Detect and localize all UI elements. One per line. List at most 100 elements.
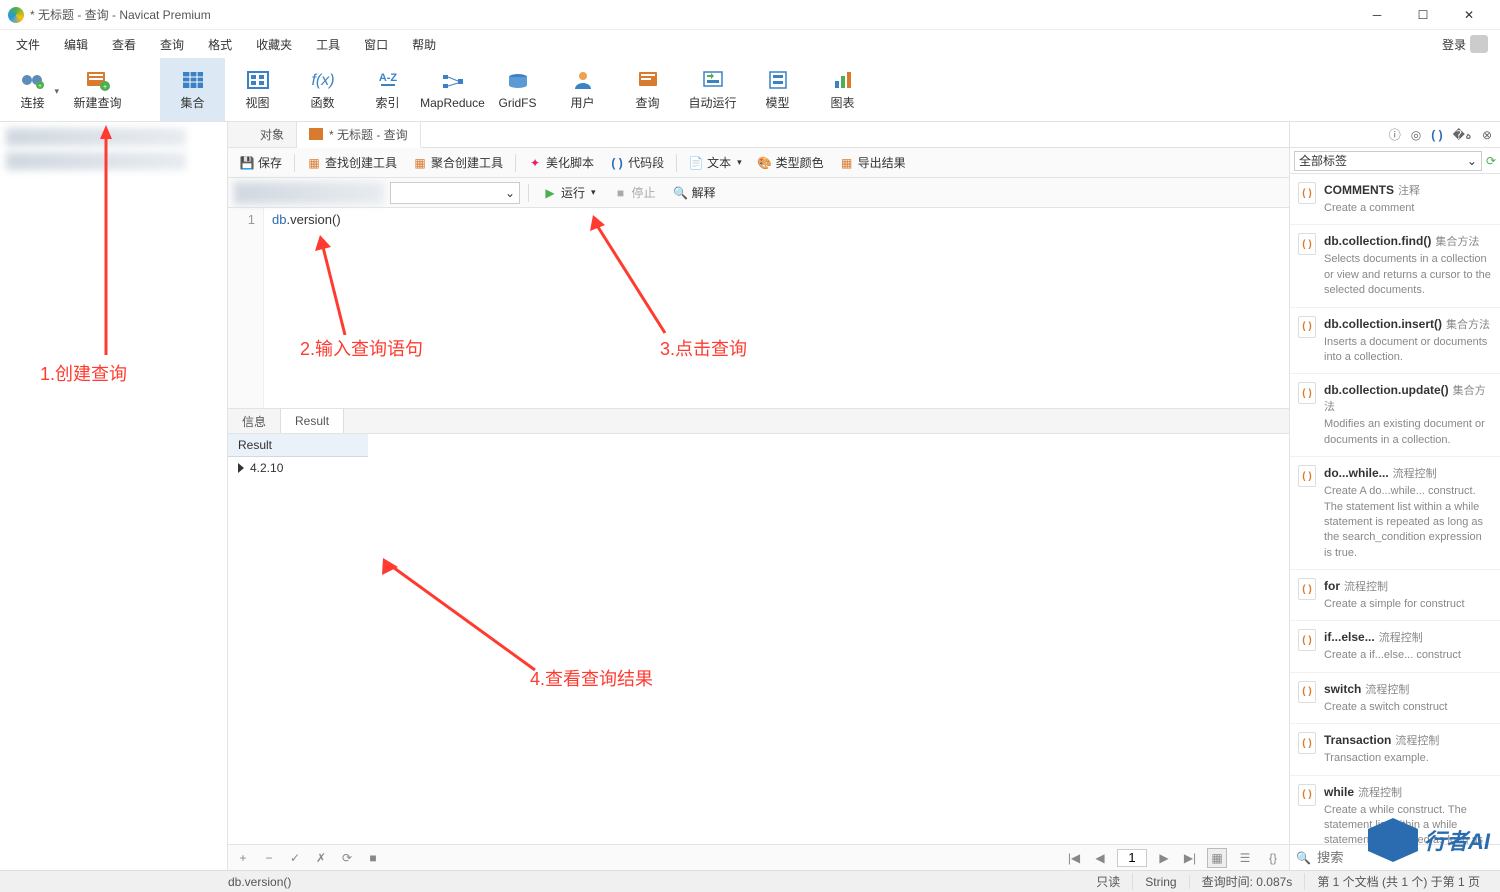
query-builder-button[interactable]: ▦查找创建工具 xyxy=(301,151,403,174)
menu-window[interactable]: 窗口 xyxy=(352,32,400,57)
watermark: 行者AI xyxy=(1368,818,1490,862)
snippet-icon: ( ) xyxy=(1298,681,1316,703)
save-icon: 💾 xyxy=(240,156,254,170)
next-page-button[interactable]: ▶ xyxy=(1155,851,1173,865)
save-button[interactable]: 💾保存 xyxy=(234,151,288,174)
json-view-button[interactable]: {} xyxy=(1263,848,1283,868)
cancel-button[interactable]: ✗ xyxy=(312,851,330,865)
snippet-item[interactable]: ( )switch流程控制Create a switch construct xyxy=(1290,673,1500,724)
menu-view[interactable]: 查看 xyxy=(100,32,148,57)
snippet-icon: ( ) xyxy=(1298,629,1316,651)
menu-help[interactable]: 帮助 xyxy=(400,32,448,57)
snippet-item[interactable]: ( )if...else...流程控制Create a if...else...… xyxy=(1290,621,1500,672)
link-icon[interactable]: ⊗ xyxy=(1482,128,1492,142)
stop-button[interactable]: ■停止 xyxy=(608,181,662,204)
tab-info[interactable]: 信息 xyxy=(228,409,280,433)
last-page-button[interactable]: ▶| xyxy=(1181,851,1199,865)
tab-objects[interactable]: 对象 xyxy=(228,122,297,147)
tool-model[interactable]: 模型 xyxy=(745,58,810,121)
menu-edit[interactable]: 编辑 xyxy=(52,32,100,57)
beautify-button[interactable]: ✦美化脚本 xyxy=(522,151,600,174)
snippet-item[interactable]: ( )COMMENTS注释Create a comment xyxy=(1290,174,1500,225)
snippet-desc: Selects documents in a collection or vie… xyxy=(1324,252,1492,298)
first-page-button[interactable]: |◀ xyxy=(1065,851,1083,865)
database-combo[interactable]: ⌄ xyxy=(390,182,520,204)
snippet-item[interactable]: ( )db.collection.insert()集合方法Inserts a d… xyxy=(1290,308,1500,375)
snippet-title: COMMENTS注释 xyxy=(1324,182,1492,198)
tool-user[interactable]: 用户 xyxy=(550,58,615,121)
chevron-down-icon: ⌄ xyxy=(505,186,515,200)
braces-icon[interactable]: ( ) xyxy=(1431,128,1442,142)
run-button[interactable]: ▶运行▾ xyxy=(537,181,602,204)
snippet-item[interactable]: ( )do...while...流程控制Create A do...while.… xyxy=(1290,457,1500,570)
add-row-button[interactable]: + xyxy=(234,851,252,865)
tag-filter-select[interactable]: 全部标签⌄ xyxy=(1294,151,1482,171)
snippet-title: Transaction流程控制 xyxy=(1324,732,1492,748)
code-content[interactable]: db.version() xyxy=(264,208,1289,408)
result-column-header[interactable]: Result xyxy=(228,434,368,457)
stop-load-button[interactable]: ■ xyxy=(364,851,382,865)
tool-gridfs[interactable]: GridFS xyxy=(485,58,550,121)
export-result-button[interactable]: ▦导出结果 xyxy=(834,151,912,174)
minimize-button[interactable]: ─ xyxy=(1354,0,1400,30)
prev-page-button[interactable]: ◀ xyxy=(1091,851,1109,865)
mapreduce-icon xyxy=(439,70,467,94)
result-grid[interactable]: Result 4.2.10 xyxy=(228,434,1289,844)
snippet-item[interactable]: ( )db.collection.update()集合方法Modifies an… xyxy=(1290,374,1500,457)
menu-bar: 文件 编辑 查看 查询 格式 收藏夹 工具 窗口 帮助 登录 xyxy=(0,30,1500,58)
snippet-title: db.collection.find()集合方法 xyxy=(1324,233,1492,249)
tab-result[interactable]: Result xyxy=(280,409,344,433)
tool-connection[interactable]: + 连接▾ xyxy=(0,58,65,121)
menu-tools[interactable]: 工具 xyxy=(304,32,352,57)
menu-format[interactable]: 格式 xyxy=(196,32,244,57)
snippet-title: while流程控制 xyxy=(1324,784,1492,800)
connection-tree[interactable] xyxy=(0,122,228,870)
tool-query[interactable]: 查询 xyxy=(615,58,680,121)
refresh-snippets-button[interactable]: ⟳ xyxy=(1486,154,1496,168)
tool-new-query[interactable]: + 新建查询 xyxy=(65,58,130,121)
page-input[interactable] xyxy=(1117,849,1147,867)
code-editor[interactable]: 1 db.version() xyxy=(228,208,1289,408)
snippet-item[interactable]: ( )Transaction流程控制Transaction example. xyxy=(1290,724,1500,775)
snippet-item[interactable]: ( )db.collection.find()集合方法Selects docum… xyxy=(1290,225,1500,307)
type-color-button[interactable]: 🎨类型颜色 xyxy=(752,151,830,174)
commit-button[interactable]: ✓ xyxy=(286,851,304,865)
tool-index[interactable]: A-Z 索引 xyxy=(355,58,420,121)
snippet-item[interactable]: ( )for流程控制Create a simple for construct xyxy=(1290,570,1500,621)
objects-icon xyxy=(240,129,254,141)
delete-row-button[interactable]: − xyxy=(260,851,278,865)
status-record: 第 1 个文档 (共 1 个) 于第 1 页 xyxy=(1305,873,1492,890)
agg-icon: ▦ xyxy=(413,156,427,170)
refresh-button[interactable]: ⟳ xyxy=(338,851,356,865)
snippet-tag: 流程控制 xyxy=(1379,632,1423,644)
target-icon[interactable]: ◎ xyxy=(1411,128,1421,142)
new-query-icon: + xyxy=(84,68,112,92)
tool-chart[interactable]: 图表 xyxy=(810,58,875,121)
agg-builder-button[interactable]: ▦聚合创建工具 xyxy=(407,151,509,174)
tool-view[interactable]: 视图 xyxy=(225,58,290,121)
close-button[interactable]: ✕ xyxy=(1446,0,1492,30)
editor-tabs: 对象 * 无标题 - 查询 xyxy=(228,122,1289,148)
menu-query[interactable]: 查询 xyxy=(148,32,196,57)
tool-collection[interactable]: 集合 xyxy=(160,58,225,121)
login-button[interactable]: 登录 xyxy=(1434,31,1496,57)
grid-footer: + − ✓ ✗ ⟳ ■ |◀ ◀ ▶ ▶| ▦ ☰ {} xyxy=(228,844,1289,870)
info-icon[interactable]: ⓘ xyxy=(1389,126,1401,143)
menu-favorites[interactable]: 收藏夹 xyxy=(244,32,304,57)
maximize-button[interactable]: ☐ xyxy=(1400,0,1446,30)
menu-file[interactable]: 文件 xyxy=(4,32,52,57)
tool-autorun[interactable]: 自动运行 xyxy=(680,58,745,121)
explain-button[interactable]: 🔍解释 xyxy=(668,181,722,204)
snippet-list[interactable]: ( )COMMENTS注释Create a comment( )db.colle… xyxy=(1290,174,1500,844)
chevron-down-icon: ▾ xyxy=(54,86,59,97)
columns-icon[interactable]: �ہ xyxy=(1453,128,1472,142)
tool-function[interactable]: f(x) 函数 xyxy=(290,58,355,121)
chevron-down-icon: ⌄ xyxy=(1467,154,1477,168)
tool-mapreduce[interactable]: MapReduce xyxy=(420,58,485,121)
text-button[interactable]: 📄文本▾ xyxy=(683,151,748,174)
snippet-button[interactable]: ( )代码段 xyxy=(604,151,670,174)
tab-query[interactable]: * 无标题 - 查询 xyxy=(297,122,421,148)
form-view-button[interactable]: ☰ xyxy=(1235,848,1255,868)
grid-view-button[interactable]: ▦ xyxy=(1207,848,1227,868)
result-row[interactable]: 4.2.10 xyxy=(228,457,368,479)
